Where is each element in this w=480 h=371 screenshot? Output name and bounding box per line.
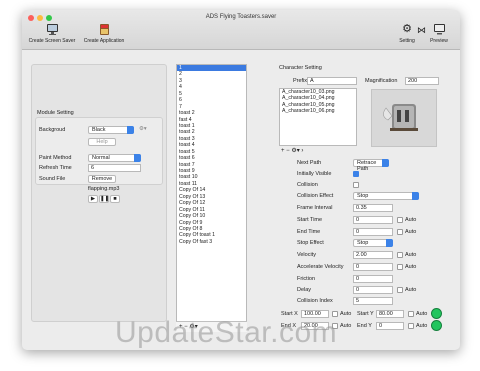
start-position-picker-icon[interactable] xyxy=(431,308,442,319)
file-item[interactable]: A_character10_06.png xyxy=(280,108,356,114)
end-y-input[interactable]: 0 xyxy=(376,322,404,330)
stop-effect-label: Stop Effect xyxy=(297,240,324,246)
module-setting-panel: Module Setting Backgroud Black ⚙▾ Help P… xyxy=(31,64,167,322)
initially-visible-label: Initially Visible xyxy=(297,171,332,177)
refresh-time-input[interactable]: 6 xyxy=(88,164,141,172)
help-button[interactable]: Help xyxy=(88,138,116,146)
prefix-input[interactable]: A xyxy=(307,77,357,85)
collision-index-label: Collision Index xyxy=(297,298,333,304)
delay-auto-checkbox[interactable] xyxy=(397,287,403,293)
accelerate-auto-checkbox[interactable] xyxy=(397,264,403,270)
create-screen-saver-button[interactable]: Create Screen Saver xyxy=(28,23,76,44)
collision-effect-label: Collision Effect xyxy=(297,193,334,199)
remove-sound-button[interactable]: Remove xyxy=(88,175,116,183)
velocity-auto-checkbox[interactable] xyxy=(397,252,403,258)
file-list-toolbar[interactable]: + − ⚙▾ › xyxy=(281,147,303,154)
character-setting-panel: Character Setting Prefix A Magnification… xyxy=(279,64,447,332)
accelerate-velocity-input[interactable]: 0 xyxy=(353,263,393,271)
end-y-auto-label: Auto xyxy=(416,323,428,329)
frame-interval-label: Frame Interval xyxy=(297,205,333,211)
paint-method-select[interactable]: Normal xyxy=(88,154,141,162)
end-time-input[interactable]: 0 xyxy=(353,228,393,236)
create-screen-saver-label: Create Screen Saver xyxy=(28,38,76,44)
end-y-label: End Y xyxy=(357,323,372,329)
collision-checkbox[interactable] xyxy=(353,182,359,188)
initially-visible-checkbox[interactable] xyxy=(353,171,359,177)
background-label: Backgroud xyxy=(39,127,66,133)
start-x-auto-label: Auto xyxy=(340,311,352,317)
background-select[interactable]: Black xyxy=(88,126,134,134)
background-gear-icon[interactable]: ⚙▾ xyxy=(139,126,147,132)
next-path-select[interactable]: Retrace Path xyxy=(353,159,389,172)
titlebar: ADS Flying Toasters.saver Create Screen … xyxy=(22,10,460,50)
prefix-label: Prefix xyxy=(293,78,308,84)
accelerate-velocity-label: Accelerate Velocity xyxy=(297,264,344,270)
end-time-auto-checkbox[interactable] xyxy=(397,229,403,235)
gear-icon: ⚙ xyxy=(402,23,412,35)
preview-monitor-icon xyxy=(433,23,446,36)
start-time-auto-checkbox[interactable] xyxy=(397,217,403,223)
sound-file-name: flapping.mp3 xyxy=(88,186,120,192)
frame-interval-input[interactable]: 0.35 xyxy=(353,204,393,212)
delay-input[interactable]: 0 xyxy=(353,286,393,294)
end-time-auto-label: Auto xyxy=(405,229,417,235)
start-time-auto-label: Auto xyxy=(405,217,417,223)
delay-label: Delay xyxy=(297,287,312,293)
stop-effect-select[interactable]: Stop xyxy=(353,239,393,247)
setting-button[interactable]: ⚙ Setting xyxy=(396,23,418,44)
sound-controls: ▶ ❚❚ ■ xyxy=(88,195,120,203)
end-time-label: End Time xyxy=(297,229,321,235)
sound-file-label: Sound File xyxy=(39,176,66,182)
preview-label: Preview xyxy=(430,38,448,44)
frame-file-list[interactable]: A_character10_03.png A_character10_04.pn… xyxy=(279,88,357,146)
velocity-label: Velocity xyxy=(297,252,316,258)
module-setting-heading: Module Setting xyxy=(37,110,74,116)
create-application-label: Create Application xyxy=(83,38,125,44)
collision-effect-select[interactable]: Stop xyxy=(353,192,419,200)
start-y-label: Start Y xyxy=(357,311,374,317)
create-application-button[interactable]: Create Application xyxy=(80,23,128,44)
window-title: ADS Flying Toasters.saver xyxy=(205,14,277,20)
pause-button[interactable]: ❚❚ xyxy=(99,195,109,203)
application-icon xyxy=(98,23,111,36)
sprite-list[interactable]: 1 2 3 4 5 6 7 toast 2 fast 4 toast 1 toa… xyxy=(176,64,247,332)
start-time-label: Start Time xyxy=(297,217,323,223)
preview-button[interactable]: Preview xyxy=(426,23,452,44)
end-y-auto-checkbox[interactable] xyxy=(408,323,414,329)
list-item[interactable]: Copy Of fast 3 xyxy=(177,239,246,245)
setting-label: Setting xyxy=(399,38,415,44)
start-y-input[interactable]: 80.00 xyxy=(376,310,404,318)
refresh-time-label: Refresh Time xyxy=(39,165,72,171)
end-position-picker-icon[interactable] xyxy=(431,320,442,331)
start-time-input[interactable]: 0 xyxy=(353,216,393,224)
app-window: ADS Flying Toasters.saver Create Screen … xyxy=(22,10,460,350)
collision-index-input[interactable]: 5 xyxy=(353,297,393,305)
friction-label: Friction xyxy=(297,276,316,282)
play-button[interactable]: ▶ xyxy=(88,195,98,203)
monitor-icon xyxy=(46,23,59,36)
paint-method-label: Paint Method xyxy=(39,155,72,161)
end-x-auto-label: Auto xyxy=(340,323,352,329)
magnification-input[interactable]: 200 xyxy=(405,77,439,85)
velocity-auto-label: Auto xyxy=(405,252,417,258)
bowtie-icon: ⋈ xyxy=(417,25,426,35)
character-setting-heading: Character Setting xyxy=(279,65,322,71)
velocity-input[interactable]: 2.00 xyxy=(353,251,393,259)
start-y-auto-checkbox[interactable] xyxy=(408,311,414,317)
start-y-auto-label: Auto xyxy=(416,311,428,317)
watermark: UpdateStar.com xyxy=(115,316,338,349)
toaster-icon xyxy=(383,104,418,131)
collision-label: Collision xyxy=(297,182,318,188)
friction-input[interactable]: 0 xyxy=(353,275,393,283)
delay-auto-label: Auto xyxy=(405,287,417,293)
next-path-label: Next Path xyxy=(297,160,322,166)
character-preview xyxy=(371,89,437,147)
stop-button[interactable]: ■ xyxy=(110,195,120,203)
accelerate-auto-label: Auto xyxy=(405,264,417,270)
magnification-label: Magnification xyxy=(365,78,398,84)
